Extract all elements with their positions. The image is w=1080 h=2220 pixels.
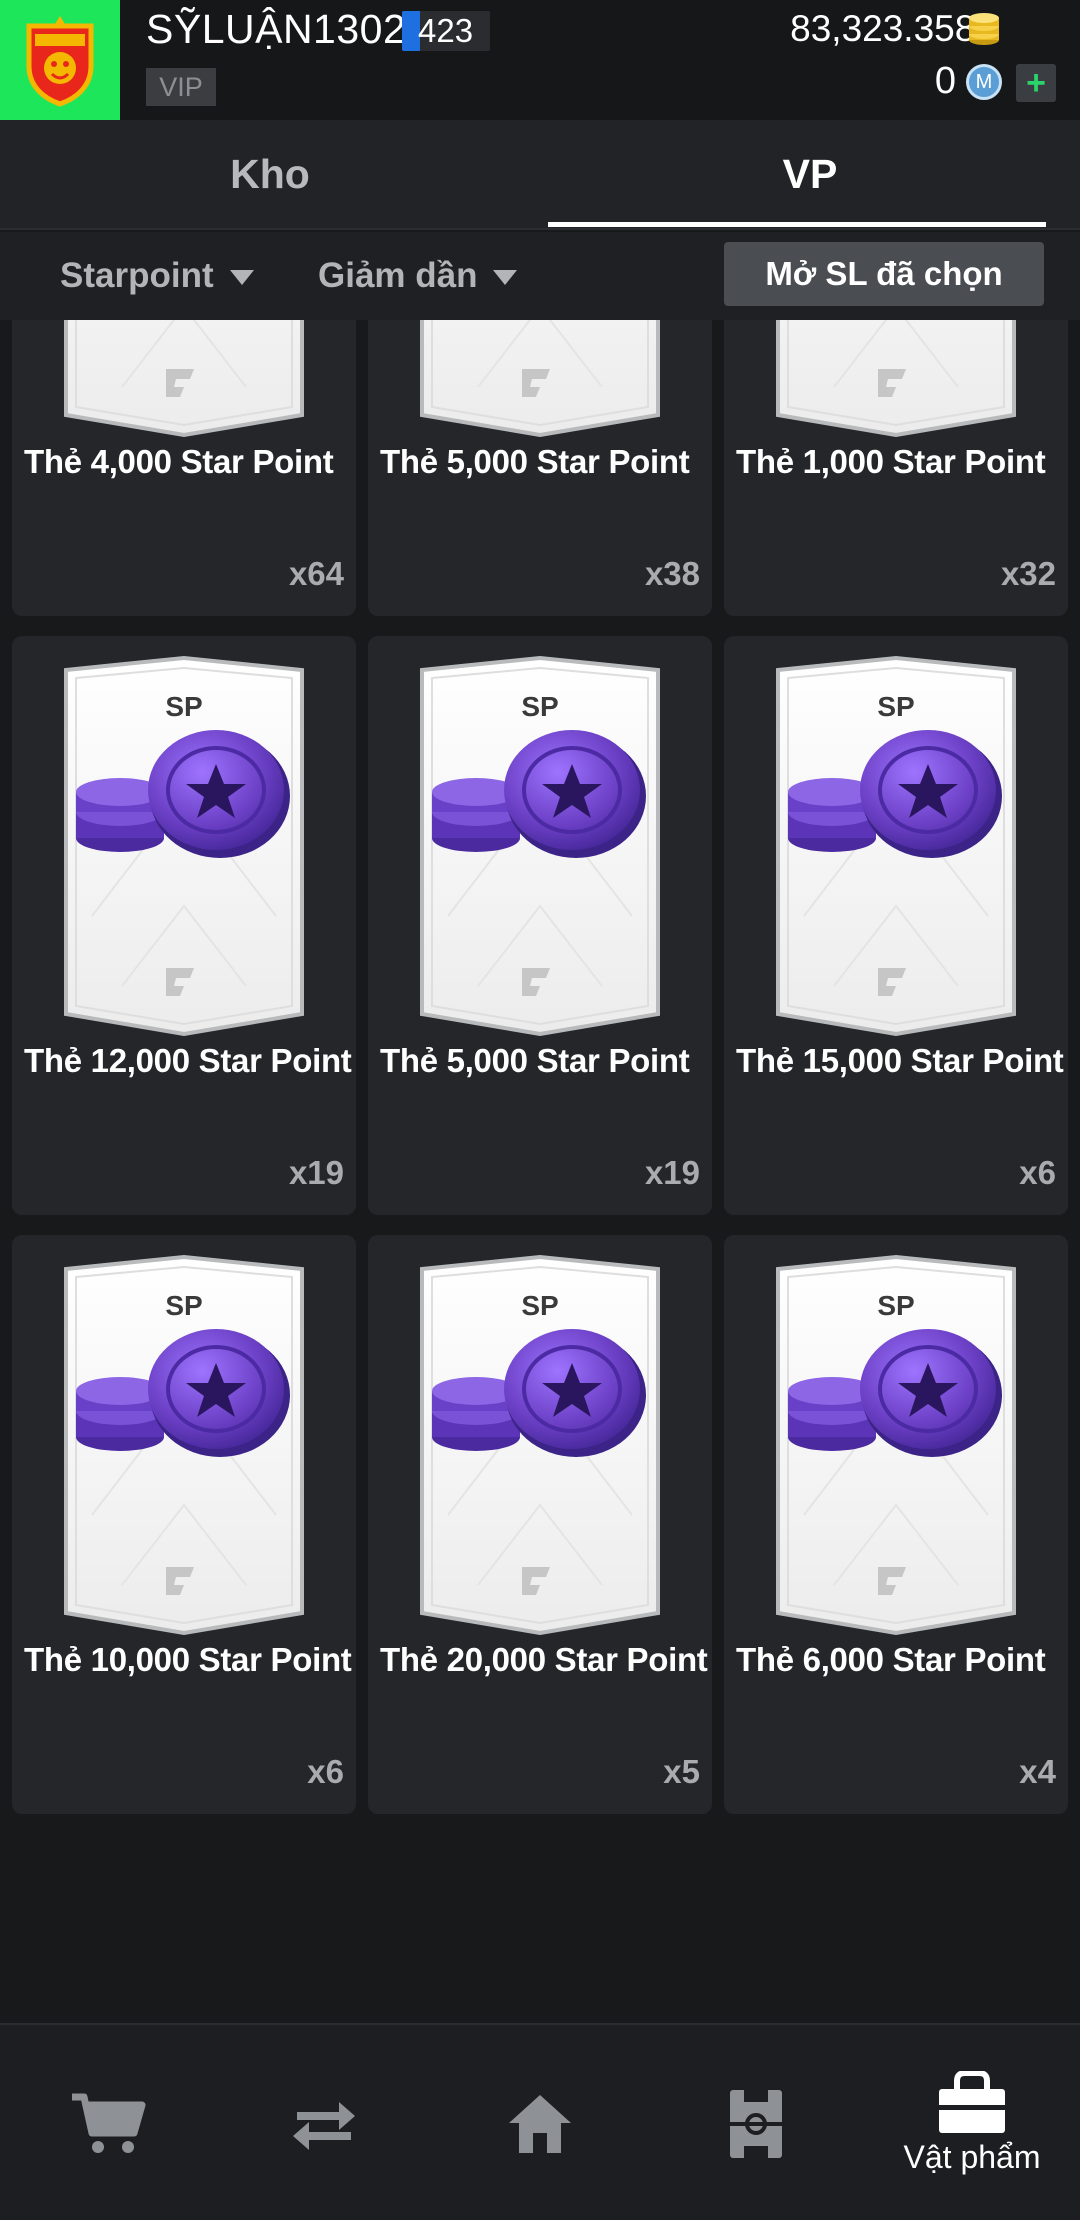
svg-text:SP: SP: [521, 691, 558, 722]
open-selected-button[interactable]: Mở SL đã chọn: [724, 242, 1044, 306]
vip-badge[interactable]: VIP: [146, 68, 216, 106]
sort-type-dropdown[interactable]: Starpoint: [60, 232, 254, 320]
bottom-nav: Vật phẩm: [0, 2023, 1080, 2220]
item-quantity: x19: [644, 1154, 700, 1191]
level-progress-fill: [402, 11, 420, 51]
item-quantity: x19: [288, 1154, 344, 1191]
item-card[interactable]: SP Thẻ 4,000 Star Point x64: [12, 320, 356, 616]
tab-vp[interactable]: VP: [540, 120, 1080, 228]
bag-icon: [939, 2071, 1005, 2133]
item-name: Thẻ 5,000 Star Point: [380, 443, 690, 480]
svg-text:SP: SP: [165, 1290, 202, 1321]
level-value: 423: [418, 12, 474, 49]
club-badge[interactable]: [0, 0, 120, 120]
coin-stack-icon: [969, 13, 999, 45]
item-quantity: x32: [1000, 555, 1056, 592]
item-card[interactable]: SP Thẻ 1,000 Star Point x32: [724, 320, 1068, 616]
starpoint-card-icon: SP: [64, 656, 304, 1036]
active-tab-indicator: [548, 222, 1046, 227]
nav-home[interactable]: [432, 2025, 648, 2220]
level-indicator: 423: [402, 11, 490, 51]
caret-down-icon: [229, 269, 254, 285]
pitch-icon: [730, 2089, 782, 2158]
starpoint-card-icon: SP: [420, 1255, 660, 1635]
item-quantity: x6: [307, 1753, 344, 1790]
sort-order-dropdown[interactable]: Giảm dần: [318, 232, 518, 320]
transfer-icon: [293, 2101, 355, 2150]
item-card[interactable]: SP Thẻ 12,000 Star Point x19: [12, 636, 356, 1215]
nav-items[interactable]: Vật phẩm: [864, 2025, 1080, 2220]
starpoint-card-icon: SP: [776, 320, 1016, 437]
caret-down-icon: [493, 269, 518, 285]
add-currency-button[interactable]: +: [1016, 64, 1056, 102]
svg-text:SP: SP: [877, 691, 914, 722]
item-name: Thẻ 15,000 Star Point: [736, 1042, 1064, 1079]
filter-bar: Starpoint Giảm dần Mở SL đã chọn: [0, 232, 1080, 320]
item-name: Thẻ 1,000 Star Point: [736, 443, 1046, 480]
sort-type-label: Starpoint: [60, 256, 214, 295]
item-card[interactable]: SP Thẻ 6,000 Star Point x4: [724, 1235, 1068, 1814]
item-card[interactable]: SP Thẻ 5,000 Star Point x19: [368, 636, 712, 1215]
item-quantity: x4: [1019, 1753, 1056, 1790]
starpoint-card-icon: SP: [776, 656, 1016, 1036]
item-name: Thẻ 4,000 Star Point: [24, 443, 334, 480]
nav-items-label: Vật phẩm: [903, 2139, 1041, 2175]
item-quantity: x5: [663, 1753, 700, 1790]
svg-text:SP: SP: [877, 1290, 914, 1321]
m-coin-balance: 0: [934, 60, 956, 102]
starpoint-card-icon: SP: [64, 320, 304, 437]
item-name: Thẻ 12,000 Star Point: [24, 1042, 352, 1079]
item-grid: SP Thẻ 4,000 Star Point x64 SP: [12, 320, 1068, 1814]
item-grid-viewport[interactable]: SP Thẻ 4,000 Star Point x64 SP: [0, 320, 1080, 2023]
sort-order-label: Giảm dần: [318, 256, 478, 295]
starpoint-card-icon: SP: [64, 1255, 304, 1635]
item-quantity: x38: [644, 555, 700, 592]
starpoint-card-icon: SP: [420, 320, 660, 437]
nav-transfer[interactable]: [216, 2025, 432, 2220]
nav-shop[interactable]: [0, 2025, 216, 2220]
item-name: Thẻ 20,000 Star Point: [380, 1641, 708, 1678]
item-card[interactable]: SP Thẻ 10,000 Star Point x6: [12, 1235, 356, 1814]
tab-kho[interactable]: Kho: [0, 120, 540, 228]
tab-bar: Kho VP: [0, 120, 1080, 230]
item-name: Thẻ 10,000 Star Point: [24, 1641, 352, 1678]
item-name: Thẻ 6,000 Star Point: [736, 1641, 1046, 1678]
item-card[interactable]: SP Thẻ 15,000 Star Point x6: [724, 636, 1068, 1215]
item-card[interactable]: SP Thẻ 20,000 Star Point x5: [368, 1235, 712, 1814]
cart-icon: [72, 2093, 146, 2153]
item-card[interactable]: SP Thẻ 5,000 Star Point x38: [368, 320, 712, 616]
svg-text:SP: SP: [521, 1290, 558, 1321]
username: SỸLUẬN1302: [146, 6, 407, 52]
item-name: Thẻ 5,000 Star Point: [380, 1042, 690, 1079]
nav-squad[interactable]: [648, 2025, 864, 2220]
m-coin-icon: M: [966, 64, 1002, 100]
home-icon: [509, 2094, 571, 2153]
top-bar: SỸLUẬN1302 423 VIP 83,323.358B 0 M +: [0, 0, 1080, 120]
svg-text:SP: SP: [165, 691, 202, 722]
item-quantity: x64: [288, 555, 344, 592]
starpoint-card-icon: SP: [420, 656, 660, 1036]
club-crest-icon: [26, 16, 94, 107]
starpoint-card-icon: SP: [776, 1255, 1016, 1635]
item-quantity: x6: [1019, 1154, 1056, 1191]
